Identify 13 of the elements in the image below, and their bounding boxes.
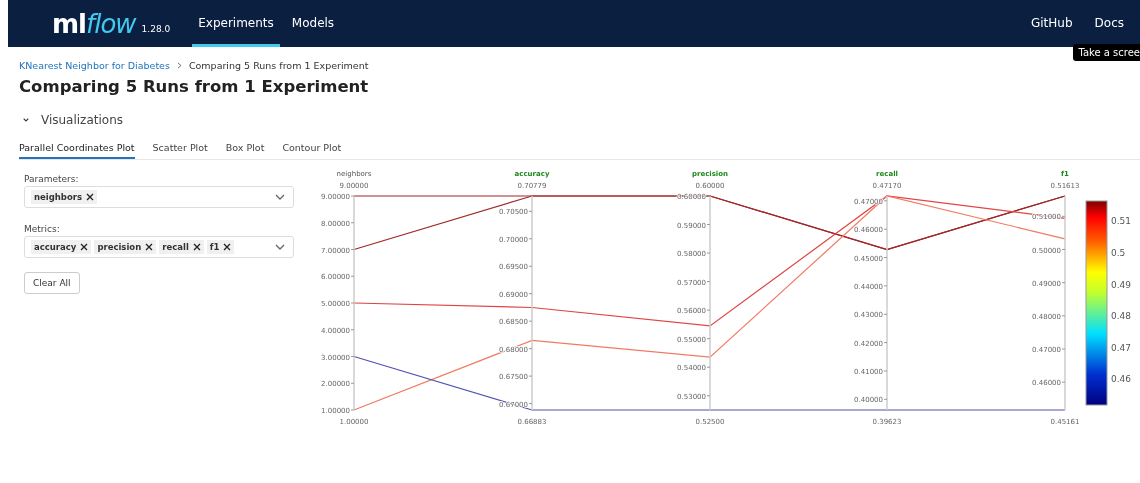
tick-label: 0.49: [1111, 279, 1132, 290]
field-label: Parameters:: [24, 174, 79, 184]
tick-label: 0.51: [1111, 216, 1132, 227]
tick-label: 0.47: [1111, 342, 1132, 353]
tooltip: Take a scree: [1073, 44, 1140, 61]
version-label: 1.28.0: [141, 23, 171, 34]
tick-label: 0.48: [1111, 311, 1132, 322]
section-title: Visualizations: [40, 113, 123, 127]
tick-label: 0.5: [1111, 248, 1126, 258]
tick-label: 0.46: [1111, 374, 1132, 385]
page-title: Comparing 5 Runs from 1 Experiment: [19, 77, 370, 96]
breadcrumb-current: Comparing 5 Runs from 1 Experiment: [188, 60, 369, 71]
field-label: Metrics:: [24, 224, 60, 234]
